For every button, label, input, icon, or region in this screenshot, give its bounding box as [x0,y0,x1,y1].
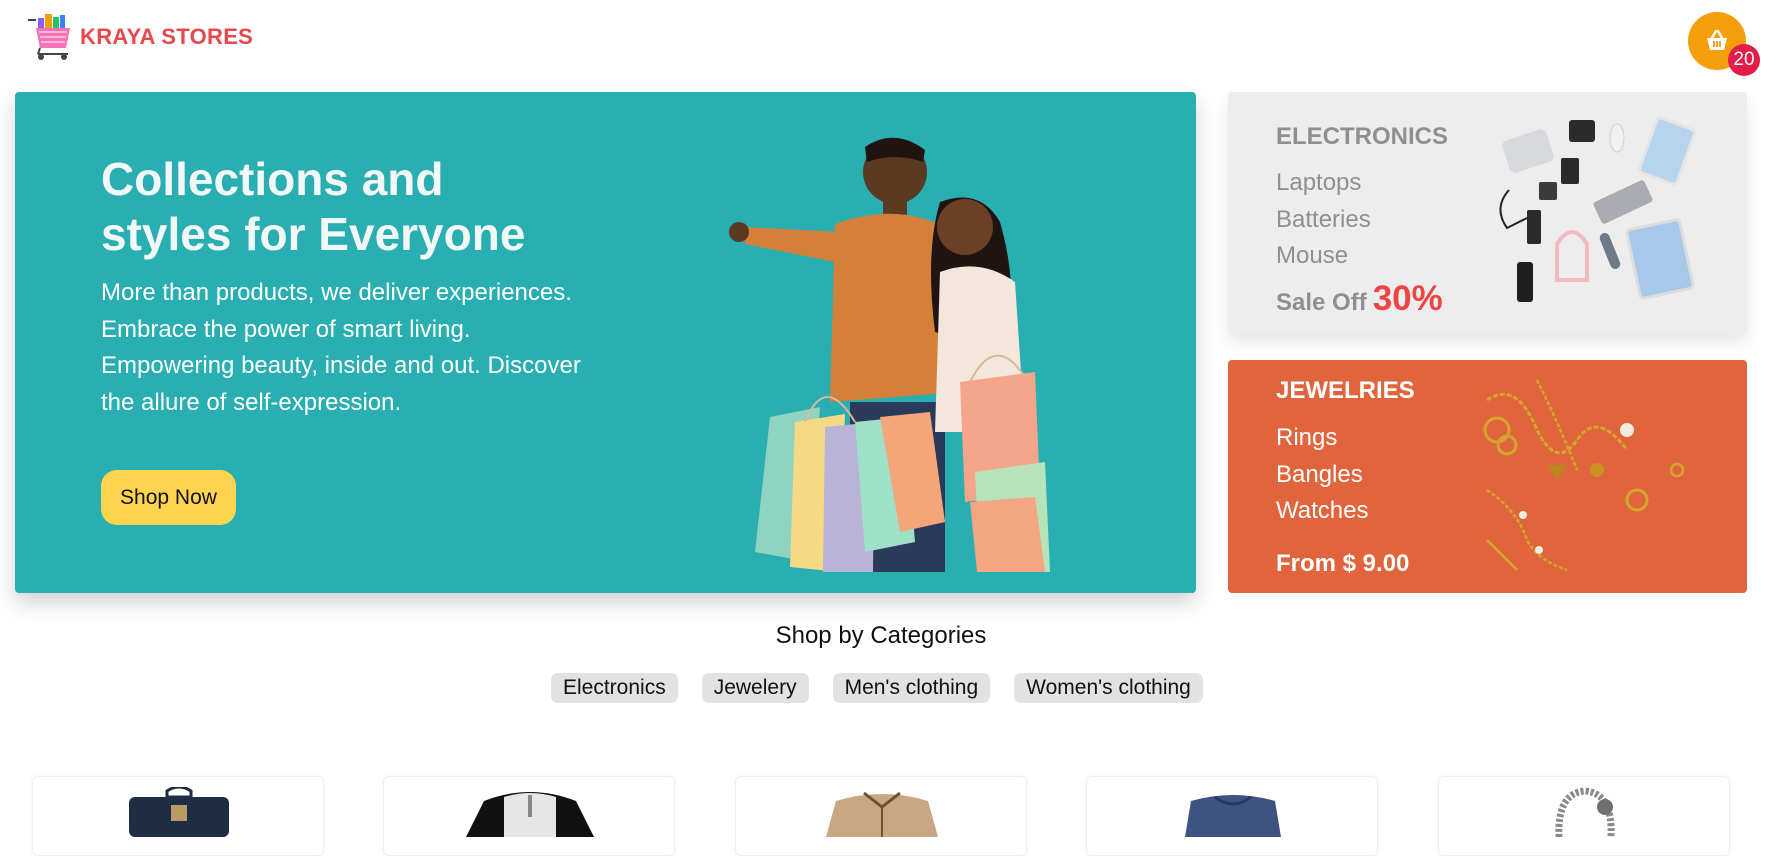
sale-off-label: Sale Off 30% [1276,279,1443,319]
sale-percentage: 30% [1372,279,1443,318]
couple-shopping-image [729,137,1050,572]
shopping-cart-logo-icon [28,14,70,60]
list-item: Mouse [1276,242,1349,269]
product-card[interactable] [383,776,675,856]
electronics-promo-card[interactable]: ELECTRONICS Laptops Batteries Mouse Sale… [1228,92,1747,334]
tshirt-image [1185,795,1281,837]
electronics-devices-image [1499,116,1697,302]
basket-icon [1707,29,1727,50]
hero-description: More than products, we deliver experienc… [101,279,581,416]
list-item: Batteries [1276,205,1371,233]
hero-banner: Collections and styles for Everyone More… [15,92,1196,593]
henley-shirt-image [466,792,594,837]
category-chip-jewelery[interactable]: Jewelery [701,673,809,703]
brand-logo[interactable]: KRAYA STORES [26,12,253,62]
gold-jewelry-image [1483,379,1685,572]
brand-name: KRAYA STORES [80,24,254,49]
jewelries-promo-card[interactable]: JEWELRIES Rings Bangles Watches From $ 9… [1228,360,1747,593]
product-card[interactable] [1438,776,1730,856]
list-item: Laptops [1276,169,1362,196]
list-item: Watches [1276,497,1369,524]
jewelries-title: JEWELRIES [1276,377,1415,404]
jewelries-item-list: Rings Bangles Watches [1276,420,1368,530]
categories-heading: Shop by Categories [775,622,987,649]
list-item: Rings [1276,424,1338,451]
category-chip-list: Electronics Jewelery Men's clothing Wome… [551,673,1203,703]
category-chip-electronics[interactable]: Electronics [551,673,678,703]
jacket-image [826,791,938,837]
sale-off-text: Sale Off [1276,289,1367,316]
electronics-title: ELECTRONICS [1276,123,1449,150]
hero-title: Collections and styles for Everyone [101,153,526,260]
jewelries-price: From $ 9.00 [1276,550,1410,577]
product-card[interactable] [32,776,324,856]
site-header: KRAYA STORES 20 [0,0,1792,80]
category-chip-mens-clothing[interactable]: Men's clothing [832,673,991,703]
backpack-image [129,787,229,837]
product-card[interactable] [735,776,1027,856]
category-chip-womens-clothing[interactable]: Women's clothing [1014,673,1203,703]
list-item: Bangles [1276,460,1363,488]
product-card[interactable] [1086,776,1378,856]
cart-count-badge: 20 [1728,44,1760,76]
shop-now-button[interactable]: Shop Now [101,470,236,525]
bracelet-image [1555,787,1615,837]
cart-button[interactable]: 20 [1688,12,1760,76]
electronics-item-list: Laptops Batteries Mouse [1276,165,1371,275]
